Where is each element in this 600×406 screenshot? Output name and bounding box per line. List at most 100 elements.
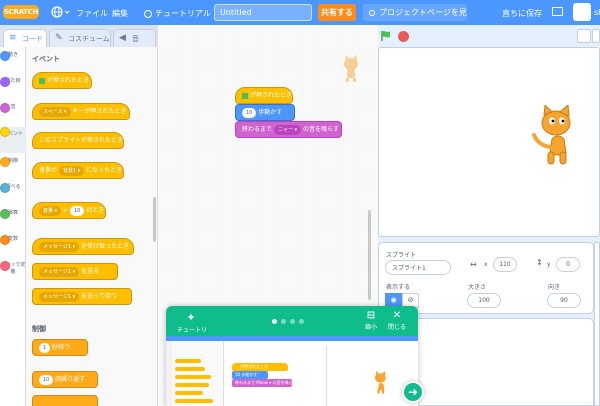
number-input[interactable]: 10 xyxy=(69,205,85,216)
shrink-button[interactable]: ⊟ 縮小 xyxy=(360,310,382,331)
category-control[interactable]: 制御 xyxy=(0,157,26,167)
menu-bar: SCRATCH ファイル 編集 チュートリアル 共有する プロジェクトページを見… xyxy=(0,0,600,34)
step-dot[interactable] xyxy=(281,319,286,324)
costume-brush-icon: ✎ xyxy=(55,33,63,43)
save-now-link[interactable]: 直ちに保存 xyxy=(502,8,542,19)
large-stage-icon[interactable] xyxy=(592,29,600,43)
block-repeat[interactable]: 10 回繰り返す xyxy=(32,371,98,388)
script-when-flag-clicked[interactable]: が押されたとき xyxy=(235,87,293,104)
category-looks[interactable]: 見た目 xyxy=(0,77,26,87)
see-project-page-button[interactable]: プロジェクトページを見る xyxy=(363,4,467,34)
y-position-input[interactable] xyxy=(556,257,580,272)
block-when-receive[interactable]: メッセージ1 ▾ を受け取ったとき xyxy=(32,238,134,255)
preview-move-block: 10 歩動かす xyxy=(232,371,268,379)
steps-input[interactable]: 10 xyxy=(242,107,257,118)
category-sensing[interactable]: 調べる xyxy=(0,183,26,193)
user-avatar[interactable] xyxy=(573,3,591,21)
block-text: > xyxy=(63,207,69,214)
category-dot xyxy=(0,127,10,137)
sound-dropdown[interactable]: ニャー ▾ xyxy=(273,124,302,135)
tab-code[interactable]: ≡ コード xyxy=(3,29,47,47)
step-dot[interactable] xyxy=(272,319,277,324)
block-palette: イベント が押されたとき スペース ▾ キーが押されたとき このスプライトが押さ… xyxy=(26,47,158,406)
lightbulb-icon: ✦ xyxy=(186,311,196,324)
block-text: 背景が xyxy=(39,167,58,174)
next-step-arrow-icon[interactable]: ➜ xyxy=(402,381,424,403)
menu-tutorials[interactable]: チュートリアル xyxy=(144,8,216,19)
block-when-flag-clicked[interactable]: が押されたとき xyxy=(32,72,92,89)
speaker-icon: ◀ xyxy=(119,33,126,43)
preview-block xyxy=(175,375,211,379)
block-when-backdrop-switches[interactable]: 背景が 背景1 ▾ になったとき xyxy=(32,162,124,179)
message-dropdown[interactable]: メッセージ1 ▾ xyxy=(39,266,80,277)
language-globe-icon[interactable] xyxy=(50,5,70,19)
block-forever[interactable] xyxy=(32,395,98,406)
stop-icon[interactable] xyxy=(398,31,409,42)
script-move-steps[interactable]: 10 歩動かす xyxy=(235,104,295,121)
category-operators[interactable]: 演算 xyxy=(0,209,26,219)
number-input[interactable]: 1 xyxy=(39,342,51,353)
menu-file[interactable]: ファイル xyxy=(76,8,108,19)
project-title-input[interactable] xyxy=(214,4,312,21)
number-input[interactable]: 10 xyxy=(39,374,54,385)
size-input[interactable] xyxy=(467,293,501,308)
close-label: 閉じる xyxy=(387,324,406,331)
category-dot xyxy=(0,183,10,193)
sprite-thumbnail-icon xyxy=(344,55,358,82)
tab-sounds-label: 音 xyxy=(132,35,139,43)
sprite-name-input[interactable] xyxy=(385,260,451,275)
menu-tutorials-label: チュートリアル xyxy=(155,9,211,18)
block-when-greater-than[interactable]: 音量 ▾ > 10 のとき xyxy=(32,202,106,219)
preview-block xyxy=(175,383,209,387)
stage-header xyxy=(378,25,600,47)
volume-dropdown[interactable]: 音量 ▾ xyxy=(39,205,62,216)
step-dot[interactable] xyxy=(299,319,304,324)
close-button[interactable]: ✕ 閉じる xyxy=(386,310,408,331)
block-when-sprite-clicked[interactable]: このスプライトが押されたとき xyxy=(32,132,124,149)
category-dot xyxy=(0,235,10,245)
tab-sounds[interactable]: ◀ 音 xyxy=(113,29,156,47)
script-area-scrollbar[interactable] xyxy=(368,210,371,300)
preview-sound-block: 終わるまで Meow ▾ の音を鳴らす xyxy=(232,379,296,387)
block-when-key-pressed[interactable]: スペース ▾ キーが押されたとき xyxy=(32,103,130,120)
tutorial-card[interactable]: ✦ チュートリアル ⊟縮小 ✕閉じる が押されたとき 10 歩動かす 終わるまで… xyxy=(166,306,418,406)
my-stuff-folder-icon[interactable] xyxy=(552,7,563,16)
code-icon: ≡ xyxy=(9,33,17,43)
block-text: 秒待つ xyxy=(52,344,71,351)
script-play-sound-until-done[interactable]: 終わるまで ニャー ▾ の音を鳴らす xyxy=(235,121,342,138)
palette-scrollbar[interactable] xyxy=(153,197,156,242)
preview-block xyxy=(175,391,203,395)
key-dropdown[interactable]: スペース ▾ xyxy=(39,106,71,117)
small-stage-icon[interactable] xyxy=(577,29,591,43)
message-dropdown[interactable]: メッセージ1 ▾ xyxy=(39,241,80,252)
stage-backdrop-panel[interactable] xyxy=(594,242,600,406)
block-broadcast-and-wait[interactable]: メッセージ1 ▾ を送って待つ xyxy=(32,288,132,305)
events-heading: イベント xyxy=(32,55,60,63)
menu-edit[interactable]: 編集 xyxy=(112,8,128,19)
preview-cat-icon xyxy=(374,371,386,394)
close-icon: ✕ xyxy=(392,310,402,321)
block-text: が押されたとき xyxy=(250,92,293,99)
green-flag-run-icon[interactable] xyxy=(380,30,392,42)
step-dot[interactable] xyxy=(290,319,295,324)
direction-input[interactable] xyxy=(547,293,581,308)
block-wait[interactable]: 1 秒待つ xyxy=(32,339,88,356)
category-variables[interactable]: 変数 xyxy=(0,235,26,245)
cat-sprite-icon[interactable] xyxy=(532,105,578,167)
backdrop-dropdown[interactable]: 背景1 ▾ xyxy=(58,165,85,176)
block-text: になったとき xyxy=(86,167,123,174)
share-button[interactable]: 共有する xyxy=(318,4,356,21)
username-label[interactable]: sh xyxy=(594,8,600,17)
category-motion[interactable]: 動き xyxy=(0,51,26,61)
preview-block-text: の音を鳴らす xyxy=(272,380,297,385)
block-broadcast[interactable]: メッセージ1 ▾ を送る xyxy=(32,263,118,280)
x-position-input[interactable] xyxy=(493,257,517,272)
message-dropdown[interactable]: メッセージ1 ▾ xyxy=(39,291,80,302)
category-sound[interactable]: 音 xyxy=(0,103,26,113)
scratch-logo[interactable]: SCRATCH xyxy=(3,5,39,19)
project-page-icon xyxy=(369,9,375,16)
tab-costumes[interactable]: ✎ コスチューム xyxy=(49,29,111,47)
category-events[interactable]: イベント xyxy=(0,127,26,153)
category-my-blocks[interactable]: ブロック定義 xyxy=(0,261,26,275)
x-label: x xyxy=(484,261,488,268)
